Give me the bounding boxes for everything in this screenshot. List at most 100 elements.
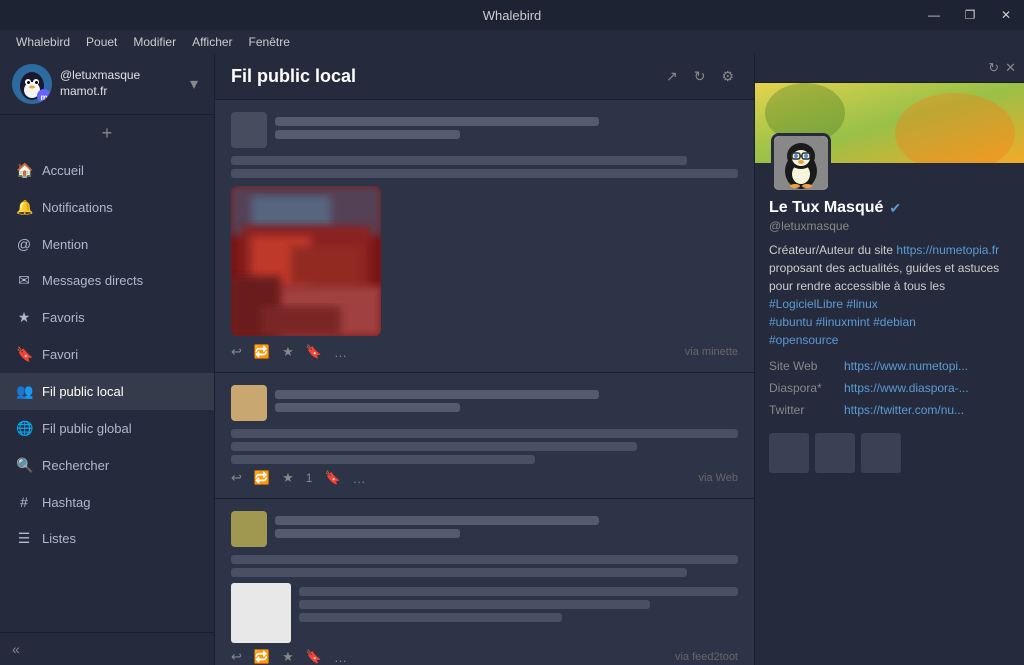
post-name-blur — [275, 390, 599, 399]
post-header — [231, 385, 738, 421]
diaspora-link[interactable]: https://www.diaspora-... — [844, 381, 969, 395]
favorite-button[interactable]: ★ — [282, 470, 294, 486]
post-thumbnail[interactable] — [231, 583, 291, 643]
sidebar-item-fil-public-global[interactable]: 🌐 Fil public global — [0, 410, 214, 447]
avatar-image: m — [12, 64, 52, 104]
account-info[interactable]: m @letuxmasque mamot.fr — [12, 64, 140, 104]
post-text-line1 — [231, 429, 738, 438]
profile-name-row: Le Tux Masqué ✔ — [769, 199, 1010, 217]
add-account-button[interactable]: + — [0, 115, 214, 152]
sidebar-item-mention[interactable]: @ Mention — [0, 226, 214, 262]
more-button[interactable]: … — [334, 650, 347, 665]
reply-button[interactable]: ↩ — [231, 470, 242, 486]
boost-button[interactable]: 🔁 — [254, 344, 270, 360]
post-handle-blur — [275, 529, 460, 538]
stat-blur-2 — [815, 433, 855, 473]
menu-modifier[interactable]: Modifier — [125, 33, 184, 51]
feed-settings-button[interactable]: ⚙ — [717, 66, 738, 87]
sidebar-item-notifications[interactable]: 🔔 Notifications — [0, 189, 214, 226]
hashtag-icon: # — [16, 494, 32, 510]
close-profile-button[interactable]: ✕ — [1005, 60, 1016, 76]
menu-afficher[interactable]: Afficher — [184, 33, 240, 51]
bookmark-button[interactable]: 🔖 — [306, 344, 322, 360]
app-title: Whalebird — [483, 8, 542, 23]
nav-label-notifications: Notifications — [42, 200, 113, 215]
hashtag-linuxmint[interactable]: #linuxmint — [816, 315, 870, 329]
minimize-button[interactable]: — — [916, 0, 952, 30]
window-controls: — ❐ ✕ — [916, 0, 1024, 30]
refresh-feed-button[interactable]: ↻ — [690, 66, 710, 87]
boost-button[interactable]: 🔁 — [254, 470, 270, 486]
post-image[interactable] — [231, 186, 381, 336]
nav-label-messages: Messages directs — [42, 273, 143, 288]
more-button[interactable]: … — [334, 345, 347, 360]
reply-button[interactable]: ↩ — [231, 344, 242, 360]
account-dropdown[interactable]: ▾ — [186, 70, 202, 98]
mail-icon: ✉ — [16, 272, 32, 289]
twitter-link[interactable]: https://twitter.com/nu... — [844, 403, 964, 417]
sidebar-item-messages[interactable]: ✉ Messages directs — [0, 262, 214, 299]
sidebar-item-favoris[interactable]: ★ Favoris — [0, 299, 214, 336]
feed-title: Fil public local — [231, 66, 356, 87]
hashtag-linux[interactable]: #linux — [846, 297, 877, 311]
profile-bio: Créateur/Auteur du site https://numetopi… — [769, 241, 1010, 349]
post-text-line4 — [299, 600, 650, 609]
sidebar: m @letuxmasque mamot.fr ▾ + 🏠 Accueil 🔔 — [0, 54, 215, 665]
close-button[interactable]: ✕ — [988, 0, 1024, 30]
post-text-line1 — [231, 555, 738, 564]
profile-bio-link[interactable]: https://numetopia.fr — [896, 243, 999, 257]
hashtag-debian[interactable]: #debian — [873, 315, 916, 329]
maximize-button[interactable]: ❐ — [952, 0, 988, 30]
sidebar-footer: « — [0, 632, 214, 665]
stat-blur-1 — [769, 433, 809, 473]
post-actions: ↩ 🔁 ★ 🔖 … via minette — [231, 344, 738, 360]
people-icon: 👥 — [16, 383, 32, 400]
favorite-count: 1 — [306, 471, 313, 485]
more-button[interactable]: … — [353, 471, 366, 486]
site-web-link[interactable]: https://www.numetopi... — [844, 359, 968, 373]
hashtag-logiciel-libre[interactable]: #LogicielLibre — [769, 297, 843, 311]
sidebar-item-rechercher[interactable]: 🔍 Rechercher — [0, 447, 214, 484]
boost-button[interactable]: 🔁 — [254, 649, 270, 665]
external-link-button[interactable]: ↗ — [662, 66, 682, 87]
diaspora-label: Diaspora* — [769, 381, 834, 395]
profile-avatar-wrapper — [771, 133, 831, 193]
post-item: ↩ 🔁 ★ 🔖 … via feed2toot — [215, 499, 754, 665]
nav-label-fil-global: Fil public global — [42, 421, 132, 436]
sidebar-item-fil-public-local[interactable]: 👥 Fil public local — [0, 373, 214, 410]
menu-whalebird[interactable]: Whalebird — [8, 33, 78, 51]
post-handle-blur — [275, 403, 460, 412]
nav-label-accueil: Accueil — [42, 163, 84, 178]
favorite-button[interactable]: ★ — [282, 649, 294, 665]
content-area: Fil public local ↗ ↻ ⚙ — [215, 54, 1024, 665]
profile-handle: @letuxmasque — [769, 219, 1010, 233]
favorite-button[interactable]: ★ — [282, 344, 294, 360]
sidebar-item-listes[interactable]: ☰ Listes — [0, 520, 214, 557]
svg-text:m: m — [40, 93, 47, 102]
bookmark-button[interactable]: 🔖 — [306, 649, 322, 665]
mention-icon: @ — [16, 236, 32, 252]
globe-icon: 🌐 — [16, 420, 32, 437]
sidebar-item-favori[interactable]: 🔖 Favori — [0, 336, 214, 373]
sidebar-item-accueil[interactable]: 🏠 Accueil — [0, 152, 214, 189]
home-icon: 🏠 — [16, 162, 32, 179]
post-meta — [275, 516, 738, 542]
post-media-row — [231, 583, 738, 643]
menu-fenetre[interactable]: Fenêtre — [241, 33, 298, 51]
sidebar-item-hashtag[interactable]: # Hashtag — [0, 484, 214, 520]
app-body: m @letuxmasque mamot.fr ▾ + 🏠 Accueil 🔔 — [0, 54, 1024, 665]
nav-label-fil-local: Fil public local — [42, 384, 124, 399]
refresh-profile-button[interactable]: ↻ — [988, 60, 999, 76]
bookmark-button[interactable]: 🔖 — [324, 470, 340, 486]
title-bar: Whalebird — ❐ ✕ — [0, 0, 1024, 30]
nav-label-hashtag: Hashtag — [42, 495, 90, 510]
nav-label-favori: Favori — [42, 347, 78, 362]
sidebar-nav: 🏠 Accueil 🔔 Notifications @ Mention ✉ Me… — [0, 152, 214, 632]
menu-pouet[interactable]: Pouet — [78, 33, 125, 51]
hashtag-ubuntu[interactable]: #ubuntu — [769, 315, 812, 329]
site-web-label: Site Web — [769, 359, 834, 373]
verified-badge: ✔ — [889, 200, 901, 217]
collapse-sidebar-button[interactable]: « — [12, 641, 20, 657]
reply-button[interactable]: ↩ — [231, 649, 242, 665]
hashtag-opensource[interactable]: #opensource — [769, 333, 838, 347]
